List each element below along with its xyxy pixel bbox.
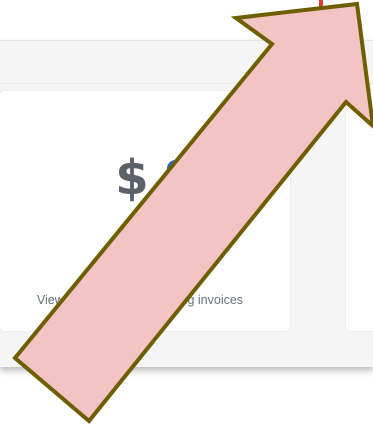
top-accent-bar — [319, 0, 323, 10]
dollar-icon: $ — [115, 150, 149, 206]
finances-card[interactable]: $ $0.00 Finances View your finances incl… — [0, 91, 290, 331]
screen: $ $0.00 Finances View your finances incl… — [0, 0, 373, 434]
card-description: View your finances including invoices — [36, 293, 244, 307]
dashboard-panel: $ $0.00 Finances View your finances incl… — [0, 40, 373, 367]
balance-badge: $0.00 — [167, 160, 211, 177]
panel-header — [0, 41, 373, 84]
card-title: Finances — [110, 245, 180, 264]
next-card[interactable] — [346, 91, 373, 331]
